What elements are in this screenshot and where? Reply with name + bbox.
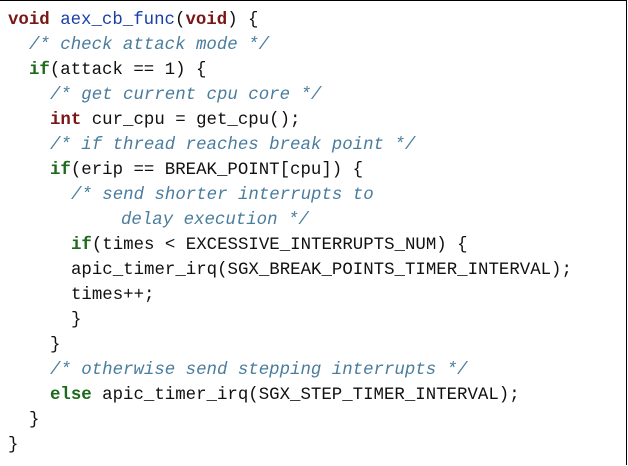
closing-brace: } bbox=[29, 411, 40, 430]
code-line-8: /* send shorter interrupts to bbox=[8, 183, 572, 208]
closing-brace: } bbox=[8, 436, 19, 455]
code-text: times++; bbox=[71, 286, 155, 305]
keyword-void-param: void bbox=[185, 11, 228, 30]
closing-brace: } bbox=[50, 336, 61, 355]
comment: /* otherwise send stepping interrupts */ bbox=[50, 361, 468, 380]
paren-open: ( bbox=[175, 11, 186, 30]
comment: delay execution */ bbox=[121, 211, 309, 230]
code-block: void aex_cb_func(void) { /* check attack… bbox=[8, 8, 572, 458]
code-line-18: } bbox=[8, 433, 572, 458]
keyword-int: int bbox=[50, 111, 82, 130]
code-line-5: int cur_cpu = get_cpu(); bbox=[8, 108, 572, 133]
code-line-15: /* otherwise send stepping interrupts */ bbox=[8, 358, 572, 383]
code-line-11: apic_timer_irq(SGX_BREAK_POINTS_TIMER_IN… bbox=[8, 258, 572, 283]
comment: /* check attack mode */ bbox=[29, 36, 270, 55]
code-line-12: times++; bbox=[8, 283, 572, 308]
code-line-14: } bbox=[8, 333, 572, 358]
code-line-6: /* if thread reaches break point */ bbox=[8, 133, 572, 158]
keyword-if: if bbox=[71, 236, 92, 255]
keyword-void: void bbox=[8, 11, 50, 30]
code-line-1: void aex_cb_func(void) { bbox=[8, 8, 572, 33]
code-line-3: if(attack == 1) { bbox=[8, 58, 572, 83]
comment: /* if thread reaches break point */ bbox=[50, 136, 416, 155]
closing-brace: } bbox=[71, 311, 82, 330]
function-name: aex_cb_func bbox=[60, 11, 175, 30]
keyword-if: if bbox=[29, 61, 50, 80]
code-line-10: if(times < EXCESSIVE_INTERRUPTS_NUM) { bbox=[8, 233, 572, 258]
code-line-16: else apic_timer_irq(SGX_STEP_TIMER_INTER… bbox=[8, 383, 572, 408]
keyword-if: if bbox=[50, 161, 71, 180]
code-line-9: delay execution */ bbox=[8, 208, 572, 233]
code-text: cur_cpu = get_cpu(); bbox=[81, 111, 301, 130]
comment: /* get current cpu core */ bbox=[50, 86, 322, 105]
code-line-7: if(erip == BREAK_POINT[cpu]) { bbox=[8, 158, 572, 183]
code-text: (erip == BREAK_POINT[cpu]) { bbox=[70, 161, 364, 180]
code-text: (attack == 1) { bbox=[49, 61, 207, 80]
keyword-else: else bbox=[50, 386, 92, 405]
code-listing-frame: void aex_cb_func(void) { /* check attack… bbox=[0, 0, 627, 465]
code-text: (times < EXCESSIVE_INTERRUPTS_NUM) { bbox=[91, 236, 468, 255]
code-line-13: } bbox=[8, 308, 572, 333]
code-text: apic_timer_irq(SGX_BREAK_POINTS_TIMER_IN… bbox=[71, 261, 572, 280]
code-line-17: } bbox=[8, 408, 572, 433]
code-line-4: /* get current cpu core */ bbox=[8, 83, 572, 108]
signature-close: ) { bbox=[227, 11, 259, 30]
comment: /* send shorter interrupts to bbox=[71, 186, 374, 205]
code-text: apic_timer_irq(SGX_STEP_TIMER_INTERVAL); bbox=[91, 386, 520, 405]
code-line-2: /* check attack mode */ bbox=[8, 33, 572, 58]
